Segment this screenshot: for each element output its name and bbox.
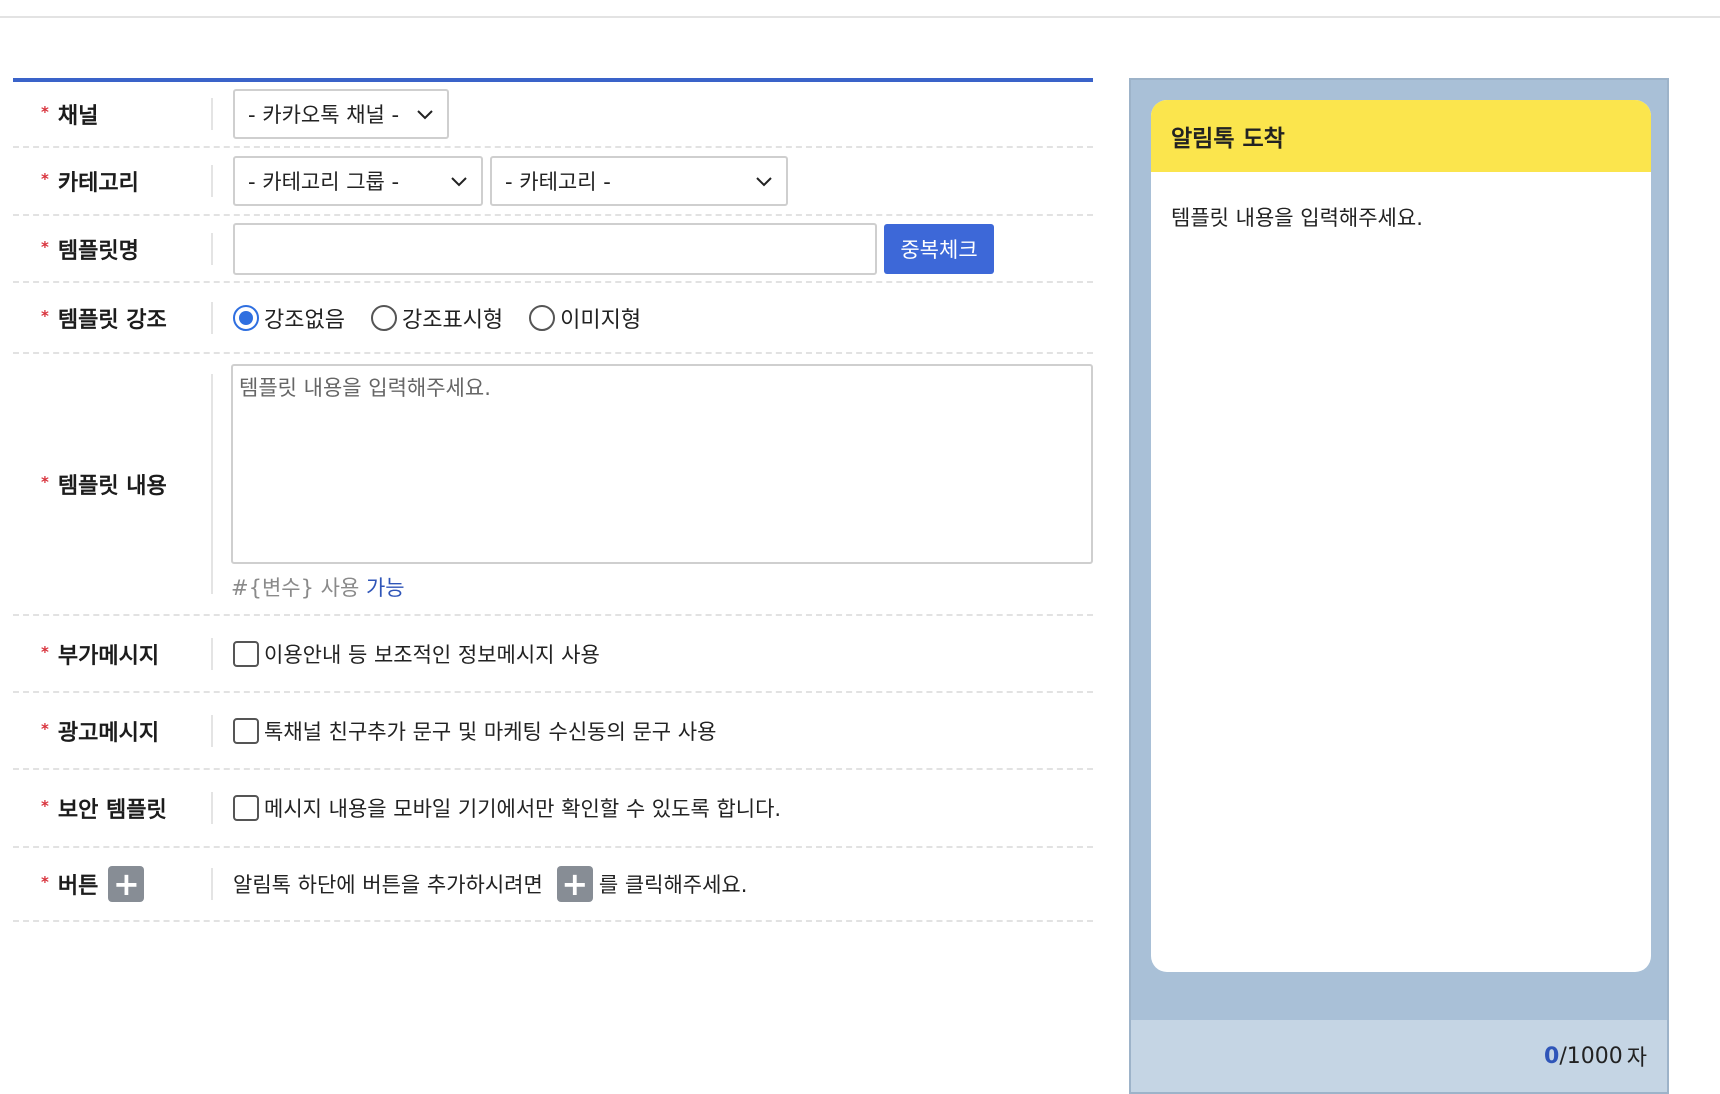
label-separator bbox=[211, 301, 213, 334]
plus-icon: + bbox=[556, 866, 593, 902]
checkbox-label: 톡채널 친구추가 문구 및 마케팅 수신동의 문구 사용 bbox=[264, 719, 717, 744]
label-separator bbox=[211, 165, 213, 197]
ad-message-checkbox[interactable]: 톡채널 친구추가 문구 및 마케팅 수신동의 문구 사용 bbox=[233, 716, 716, 746]
char-count: 0 / 1000 자 bbox=[1131, 1020, 1667, 1092]
variable-hint: #{변수} 사용 가능 bbox=[231, 572, 405, 602]
category-group-select-value: - 카테고리 그룹 - bbox=[248, 170, 400, 194]
channel-select[interactable]: - 카카오톡 채널 - bbox=[233, 89, 449, 139]
required-asterisk-icon: * bbox=[41, 797, 49, 815]
bubble-body: 템플릿 내용을 입력해주세요. bbox=[1171, 206, 1423, 230]
emphasis-label-text: 템플릿 강조 bbox=[57, 307, 167, 333]
radio-selected-icon[interactable] bbox=[233, 304, 259, 331]
content-label: * 템플릿 내용 bbox=[13, 468, 211, 500]
radio-label: 강조없음 bbox=[264, 307, 345, 333]
row-ad-message: * 광고메시지 톡채널 친구추가 문구 및 마케팅 수신동의 문구 사용 bbox=[13, 693, 1093, 770]
template-content-textarea[interactable] bbox=[231, 364, 1093, 564]
preview-panel: 알림톡 도착 템플릿 내용을 입력해주세요. 0 / 1000 자 bbox=[1129, 78, 1669, 1094]
duplicate-check-button[interactable]: 중복체크 bbox=[884, 223, 994, 274]
checkbox-label: 이용안내 등 보조적인 정보메시지 사용 bbox=[264, 642, 600, 667]
category-select[interactable]: - 카테고리 - bbox=[490, 156, 788, 206]
secure-template-checkbox[interactable]: 메시지 내용을 모바일 기기에서만 확인할 수 있도록 합니다. bbox=[233, 793, 781, 823]
secure-template-label-text: 보안 템플릿 bbox=[57, 798, 167, 823]
bubble-header: 알림톡 도착 bbox=[1151, 100, 1651, 172]
label-separator bbox=[211, 98, 213, 130]
add-button-plus-icon[interactable]: + bbox=[108, 866, 145, 902]
label-separator bbox=[211, 232, 213, 265]
required-asterisk-icon: * bbox=[41, 306, 49, 325]
row-content: * 템플릿 내용 #{변수} 사용 가능 bbox=[13, 354, 1093, 616]
button-label-text: 버튼 bbox=[57, 874, 99, 899]
char-count-current: 0 bbox=[1544, 1043, 1560, 1069]
category-select-value: - 카테고리 - bbox=[505, 170, 611, 194]
chevron-down-icon bbox=[756, 177, 772, 187]
row-extra-message: * 부가메시지 이용안내 등 보조적인 정보메시지 사용 bbox=[13, 616, 1093, 693]
label-separator bbox=[211, 792, 213, 824]
checkbox-icon[interactable] bbox=[233, 795, 259, 821]
template-form: * 채널 - 카카오톡 채널 - * 카테고리 - 카테고리 그룹 - - 카테… bbox=[13, 78, 1093, 922]
radio-image-type[interactable]: 이미지형 bbox=[529, 302, 641, 334]
button-desc-before: 알림톡 하단에 버튼을 추가하시려면 bbox=[233, 873, 543, 897]
category-group-select[interactable]: - 카테고리 그룹 - bbox=[233, 156, 483, 206]
extra-message-label-text: 부가메시지 bbox=[57, 643, 160, 669]
chevron-down-icon bbox=[451, 177, 467, 187]
button-description: 알림톡 하단에 버튼을 추가하시려면 + 를 클릭해주세요. bbox=[233, 866, 747, 902]
variable-hint-text: #{변수} 사용 bbox=[231, 576, 360, 600]
template-name-label-text: 템플릿명 bbox=[57, 238, 139, 264]
secure-template-label: * 보안 템플릿 bbox=[13, 792, 213, 824]
category-label: * 카테고리 bbox=[13, 165, 213, 197]
message-bubble: 알림톡 도착 템플릿 내용을 입력해주세요. bbox=[1151, 100, 1651, 972]
checkbox-label: 메시지 내용을 모바일 기기에서만 확인할 수 있도록 합니다. bbox=[264, 797, 782, 821]
channel-select-value: - 카카오톡 채널 - bbox=[248, 103, 400, 127]
checkbox-icon[interactable] bbox=[233, 717, 259, 744]
radio-label: 이미지형 bbox=[560, 307, 642, 333]
content-label-text: 템플릿 내용 bbox=[57, 474, 167, 499]
extra-message-label: * 부가메시지 bbox=[13, 638, 213, 670]
variable-hint-status: 가능 bbox=[365, 576, 405, 600]
radio-unselected-icon[interactable] bbox=[370, 304, 397, 331]
required-asterisk-icon: * bbox=[41, 170, 49, 188]
top-divider bbox=[0, 16, 1720, 18]
category-label-text: 카테고리 bbox=[57, 171, 139, 196]
channel-label-text: 채널 bbox=[57, 104, 99, 129]
chevron-down-icon bbox=[417, 110, 433, 120]
checkbox-icon[interactable] bbox=[233, 640, 259, 667]
row-emphasis: * 템플릿 강조 강조없음 강조표시형 이미지형 bbox=[13, 283, 1093, 354]
label-separator bbox=[211, 868, 213, 900]
row-channel: * 채널 - 카카오톡 채널 - bbox=[13, 82, 1093, 148]
label-separator bbox=[211, 637, 213, 670]
radio-unselected-icon[interactable] bbox=[529, 304, 556, 331]
radio-emphasis-display[interactable]: 강조표시형 bbox=[370, 302, 504, 334]
template-name-label: * 템플릿명 bbox=[13, 233, 213, 265]
emphasis-label: * 템플릿 강조 bbox=[13, 302, 213, 334]
label-separator bbox=[211, 714, 213, 747]
ad-message-label: * 광고메시지 bbox=[13, 715, 213, 747]
label-separator bbox=[211, 374, 213, 594]
char-count-unit: 자 bbox=[1626, 1046, 1647, 1071]
extra-message-checkbox[interactable]: 이용안내 등 보조적인 정보메시지 사용 bbox=[233, 639, 600, 669]
template-name-input[interactable] bbox=[233, 222, 877, 275]
row-secure-template: * 보안 템플릿 메시지 내용을 모바일 기기에서만 확인할 수 있도록 합니다… bbox=[13, 770, 1093, 848]
row-template-name: * 템플릿명 중복체크 bbox=[13, 216, 1093, 283]
radio-no-emphasis[interactable]: 강조없음 bbox=[233, 302, 345, 334]
row-button: * 버튼 + 알림톡 하단에 버튼을 추가하시려면 + 를 클릭해주세요. bbox=[13, 848, 1093, 922]
ad-message-label-text: 광고메시지 bbox=[57, 720, 160, 746]
button-desc-after: 를 클릭해주세요. bbox=[598, 873, 748, 897]
channel-label: * 채널 bbox=[13, 98, 213, 130]
required-asterisk-icon: * bbox=[41, 103, 49, 121]
char-count-max: 1000 bbox=[1566, 1043, 1623, 1069]
button-label: * 버튼 + bbox=[13, 866, 213, 902]
required-asterisk-icon: * bbox=[41, 237, 49, 256]
row-category: * 카테고리 - 카테고리 그룹 - - 카테고리 - bbox=[13, 148, 1093, 216]
required-asterisk-icon: * bbox=[41, 642, 49, 661]
required-asterisk-icon: * bbox=[41, 873, 49, 891]
char-count-separator: / bbox=[1559, 1043, 1567, 1069]
required-asterisk-icon: * bbox=[41, 473, 49, 491]
radio-label: 강조표시형 bbox=[401, 307, 504, 333]
required-asterisk-icon: * bbox=[41, 719, 49, 738]
